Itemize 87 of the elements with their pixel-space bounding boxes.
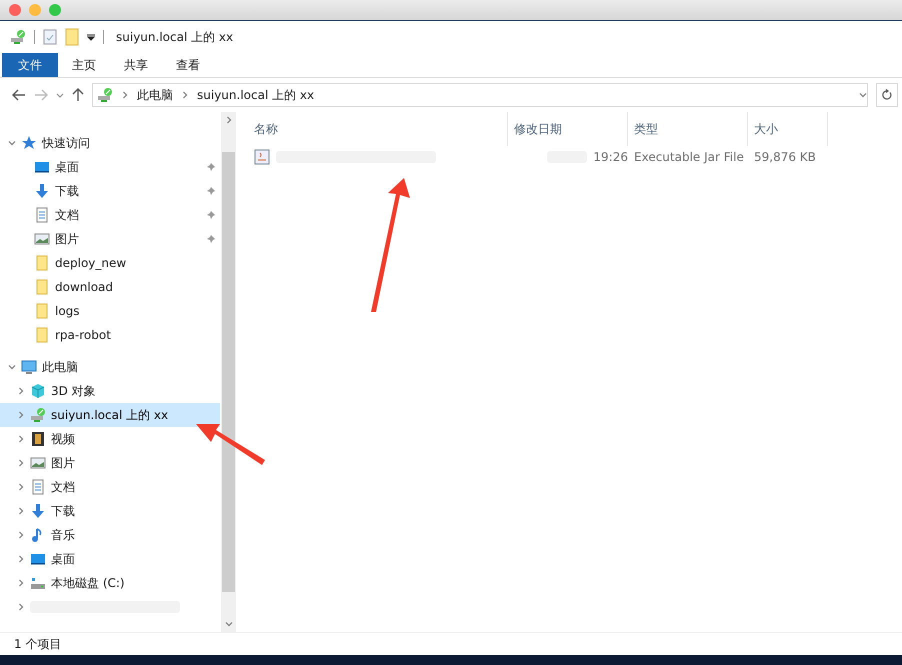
annotation-arrow (196, 424, 265, 465)
back-arrow-icon[interactable] (12, 89, 26, 101)
sidebar-item[interactable]: 下载 (0, 179, 220, 203)
network-drive-icon (10, 29, 26, 45)
ribbon-tab[interactable]: 主页 (58, 53, 110, 77)
properties-icon[interactable] (43, 29, 57, 45)
chevron-icon[interactable] (181, 91, 189, 99)
chevron-icon[interactable] (17, 483, 25, 491)
sidebar-item[interactable]: 桌面 (0, 155, 220, 179)
sidebar-item[interactable]: 此电脑 (0, 355, 220, 379)
sidebar-item[interactable]: 桌面 (0, 547, 220, 571)
chevron-icon[interactable] (859, 91, 867, 99)
sidebar-item[interactable]: 图片 (0, 227, 220, 251)
sidebar-item[interactable]: 下载 (0, 499, 220, 523)
chevron-icon[interactable] (56, 91, 64, 99)
folder-icon (34, 303, 50, 319)
refresh-button[interactable] (876, 83, 898, 107)
table-cell: Executable Jar File (634, 150, 744, 164)
dropdown-icon[interactable] (87, 33, 95, 41)
table-cell: 59,876 KB (754, 150, 816, 164)
sidebar-item[interactable]: 文档 (0, 203, 220, 227)
window-title: suiyun.local 上的 xx (116, 28, 234, 46)
down-arrow-icon (34, 183, 50, 199)
chevron-icon[interactable] (17, 411, 25, 419)
chevron-icon[interactable] (17, 579, 25, 587)
document-icon (30, 479, 46, 495)
sidebar-item[interactable]: 图片 (0, 451, 220, 475)
item-count: 1 个项目 (14, 636, 62, 652)
pin-icon[interactable] (206, 162, 216, 172)
address-bar[interactable]: 此电脑 suiyun.local 上的 xx (92, 83, 868, 107)
sidebar-item[interactable]: suiyun.local 上的 xx (0, 403, 220, 427)
sidebar-item[interactable]: 快速访问 (0, 131, 220, 155)
sidebar-item[interactable]: deploy_new (0, 251, 220, 275)
computer-icon (21, 359, 37, 375)
pin-icon[interactable] (206, 210, 216, 220)
folder-icon (34, 255, 50, 271)
chevron-icon[interactable] (17, 507, 25, 515)
chevron-icon[interactable] (17, 435, 25, 443)
pin-icon[interactable] (206, 234, 216, 244)
sidebar-item[interactable]: download (0, 275, 220, 299)
jar-file-icon (254, 149, 270, 165)
up-arrow-icon[interactable] (72, 88, 84, 102)
table-cell: 19:26 (593, 150, 628, 164)
document-icon (34, 207, 50, 223)
network-drive-icon (97, 87, 113, 103)
picture-icon (34, 231, 50, 247)
ribbon-tab[interactable]: 查看 (162, 53, 214, 77)
star-icon (21, 135, 37, 151)
pin-icon[interactable] (206, 186, 216, 196)
scrollbar[interactable] (221, 112, 236, 632)
column-header[interactable]: 名称 (248, 112, 508, 146)
chevron-icon[interactable] (8, 363, 16, 371)
column-header[interactable]: 类型 (628, 112, 748, 146)
chevron-icon[interactable] (17, 387, 25, 395)
chevron-icon[interactable] (121, 91, 129, 99)
column-header[interactable]: 大小 (748, 112, 828, 146)
ribbon-tab[interactable]: 共享 (110, 53, 162, 77)
sidebar-item[interactable]: 文档 (0, 475, 220, 499)
folder-icon (34, 279, 50, 295)
down-arrow-icon (30, 503, 46, 519)
picture-icon (30, 455, 46, 471)
ribbon-tab[interactable]: 文件 (2, 53, 58, 77)
chevron-icon[interactable] (224, 620, 232, 628)
monitor-icon (30, 551, 46, 567)
chevron-icon[interactable] (8, 139, 16, 147)
sidebar-item[interactable]: 音乐 (0, 523, 220, 547)
refresh-icon (881, 89, 893, 101)
chevron-icon[interactable] (17, 459, 25, 467)
folder-icon (34, 327, 50, 343)
chevron-icon[interactable] (224, 116, 232, 124)
film-icon (30, 431, 46, 447)
sidebar-item[interactable]: rpa-robot (0, 323, 220, 347)
breadcrumb[interactable]: suiyun.local 上的 xx (197, 86, 314, 104)
network-drive-icon (30, 407, 46, 423)
chevron-icon[interactable] (17, 603, 25, 611)
chevron-icon[interactable] (17, 555, 25, 563)
column-header[interactable]: 修改日期 (508, 112, 628, 146)
sidebar-item[interactable]: 3D 对象 (0, 379, 220, 403)
sidebar-item[interactable]: 视频 (0, 427, 220, 451)
hard-drive-icon (30, 575, 46, 591)
close-button[interactable] (9, 4, 21, 16)
chevron-icon[interactable] (17, 531, 25, 539)
monitor-icon (34, 159, 50, 175)
sidebar-item[interactable]: logs (0, 299, 220, 323)
cube-icon (30, 383, 46, 399)
sidebar-item[interactable]: 本地磁盘 (C:) (0, 571, 220, 595)
breadcrumb[interactable]: 此电脑 (137, 86, 173, 104)
